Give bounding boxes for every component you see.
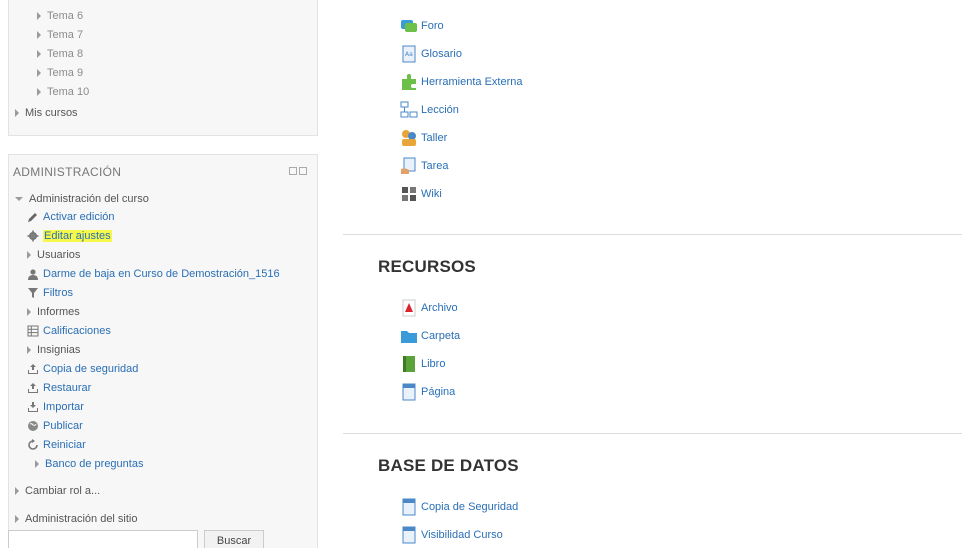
assignment-icon — [400, 157, 418, 175]
caret-right-icon — [15, 515, 19, 523]
tree-item-tema-9[interactable]: Tema 9 — [37, 65, 83, 81]
resources-heading: RECURSOS — [378, 257, 476, 276]
collapse-icon[interactable] — [299, 167, 307, 175]
admin-calificaciones[interactable]: Calificaciones — [27, 323, 111, 339]
tree-item-tema-8[interactable]: Tema 8 — [37, 46, 83, 62]
forum-icon — [400, 17, 418, 35]
caret-down-icon — [15, 197, 23, 201]
admin-reiniciar[interactable]: Reiniciar — [27, 437, 86, 453]
database-heading: BASE DE DATOS — [378, 456, 519, 475]
activity-foro[interactable]: Foro — [400, 16, 444, 36]
page-icon — [400, 383, 418, 401]
tree-item-tema-7[interactable]: Tema 7 — [37, 27, 83, 43]
database-visibilidad-curso[interactable]: Visibilidad Curso — [400, 525, 503, 545]
caret-right-icon — [37, 69, 41, 77]
block-controls[interactable] — [289, 167, 307, 175]
admin-restaurar[interactable]: Restaurar — [27, 380, 91, 396]
admin-importar[interactable]: Importar — [27, 399, 84, 415]
backup-upload-icon — [27, 363, 39, 375]
page-icon — [400, 526, 418, 544]
admin-publicar[interactable]: Publicar — [27, 418, 83, 434]
tree-item-course-admin[interactable]: Administración del curso — [15, 191, 149, 207]
grades-table-icon — [27, 325, 39, 337]
activity-wiki[interactable]: Wiki — [400, 184, 442, 204]
dock-icon[interactable] — [289, 167, 297, 175]
svg-text:Aa: Aa — [405, 51, 413, 58]
activity-glosario[interactable]: Aa Glosario — [400, 44, 462, 64]
admin-insignias[interactable]: Insignias — [27, 342, 80, 358]
activity-leccion[interactable]: Lección — [400, 100, 459, 120]
book-icon — [400, 355, 418, 373]
tree-item-tema-6[interactable]: Tema 6 — [37, 8, 83, 24]
caret-right-icon — [37, 50, 41, 58]
admin-informes[interactable]: Informes — [27, 304, 80, 320]
tree-item-tema-10[interactable]: Tema 10 — [37, 84, 89, 100]
admin-activar-edicion[interactable]: Activar edición — [27, 209, 115, 225]
caret-right-icon — [37, 12, 41, 20]
admin-darme-de-baja[interactable]: Darme de baja en Curso de Demostración_1… — [27, 266, 280, 282]
section-divider — [343, 234, 962, 235]
wiki-icon — [400, 185, 418, 203]
admin-banco-preguntas[interactable]: Banco de preguntas — [35, 456, 143, 472]
pdf-file-icon — [400, 299, 418, 317]
admin-block-title: ADMINISTRACIÓN — [13, 165, 122, 179]
admin-copia-seguridad[interactable]: Copia de seguridad — [27, 361, 138, 377]
navigation-block: Tema 6 Tema 7 Tema 8 Tema 9 Tema 10 Mis … — [8, 0, 318, 136]
caret-right-icon — [35, 460, 39, 468]
admin-filtros[interactable]: Filtros — [27, 285, 73, 301]
import-icon — [27, 401, 39, 413]
puzzle-icon — [400, 73, 418, 91]
caret-right-icon — [27, 308, 31, 316]
search-button[interactable]: Buscar — [204, 530, 264, 548]
filter-icon — [27, 287, 39, 299]
administration-block: ADMINISTRACIÓN Administración del curso … — [8, 154, 318, 548]
page-icon — [400, 498, 418, 516]
activity-tarea[interactable]: Tarea — [400, 156, 449, 176]
admin-usuarios[interactable]: Usuarios — [27, 247, 80, 263]
gear-icon — [27, 230, 39, 242]
caret-right-icon — [27, 346, 31, 354]
caret-right-icon — [15, 487, 19, 495]
user-icon — [27, 268, 39, 280]
restore-upload-icon — [27, 382, 39, 394]
tree-item-site-admin[interactable]: Administración del sitio — [15, 511, 138, 527]
caret-right-icon — [37, 88, 41, 96]
resource-carpeta[interactable]: Carpeta — [400, 326, 460, 346]
resource-libro[interactable]: Libro — [400, 354, 445, 374]
caret-right-icon — [37, 31, 41, 39]
admin-search-input[interactable] — [8, 530, 198, 548]
folder-icon — [400, 327, 418, 345]
reset-icon — [27, 439, 39, 451]
tree-item-cambiar-rol[interactable]: Cambiar rol a... — [15, 483, 100, 499]
globe-icon — [27, 420, 39, 432]
workshop-icon — [400, 129, 418, 147]
database-copia-seguridad[interactable]: Copia de Seguridad — [400, 497, 518, 517]
caret-right-icon — [15, 109, 19, 117]
pencil-icon — [27, 211, 39, 223]
tree-item-mis-cursos[interactable]: Mis cursos — [15, 105, 78, 121]
resource-pagina[interactable]: Página — [400, 382, 455, 402]
resource-archivo[interactable]: Archivo — [400, 298, 458, 318]
activity-herramienta-externa[interactable]: Herramienta Externa — [400, 72, 523, 92]
admin-editar-ajustes[interactable]: Editar ajustes — [27, 228, 112, 244]
caret-right-icon — [27, 251, 31, 259]
lesson-icon — [400, 101, 418, 119]
glossary-icon: Aa — [400, 45, 418, 63]
activity-taller[interactable]: Taller — [400, 128, 447, 148]
section-divider — [343, 433, 962, 434]
